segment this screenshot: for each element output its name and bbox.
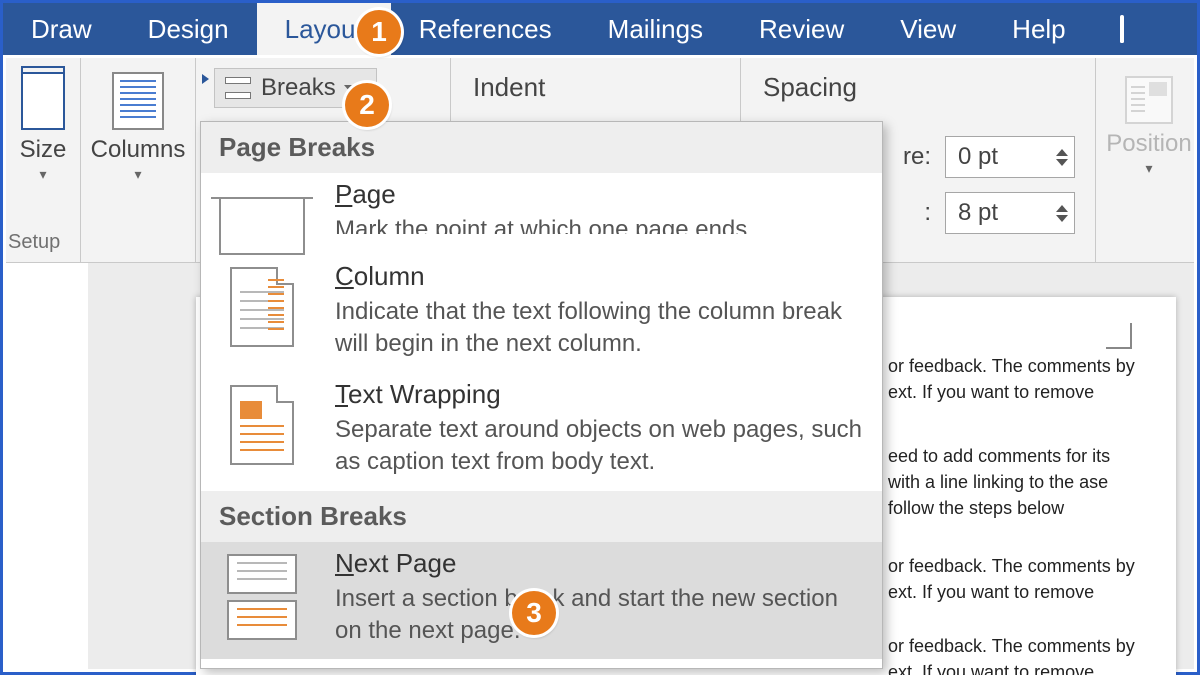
page-breaks-header: Page Breaks xyxy=(201,122,882,173)
tell-me-button[interactable] xyxy=(1094,3,1150,55)
spacing-after-label: : xyxy=(924,199,931,227)
page-break-icon xyxy=(219,199,305,255)
tab-design[interactable]: Design xyxy=(120,3,257,55)
spacing-before-input[interactable]: 0 pt xyxy=(945,136,1075,178)
column-break-desc: Indicate that the text following the col… xyxy=(335,296,864,361)
size-icon xyxy=(21,72,65,130)
text-wrapping-icon xyxy=(230,385,294,465)
spacing-after-input[interactable]: 8 pt xyxy=(945,192,1075,234)
chevron-down-icon: ▾ xyxy=(1096,160,1200,177)
chevron-down-icon: ▾ xyxy=(81,166,195,183)
position-icon xyxy=(1125,76,1173,124)
spacing-before-value: 0 pt xyxy=(958,143,998,171)
callout-2: 2 xyxy=(345,83,389,127)
spacing-header: Spacing xyxy=(741,58,1095,103)
menu-item-page-break[interactable]: Page Mark the point at which one page en… xyxy=(201,173,882,255)
columns-icon xyxy=(112,72,164,130)
callout-3: 3 xyxy=(512,591,556,635)
document-text: or feedback. The comments by ext. If you… xyxy=(888,353,1144,405)
chevron-down-icon: ▾ xyxy=(6,166,80,183)
menu-item-column-break[interactable]: Column Indicate that the text following … xyxy=(201,255,882,373)
indent-header: Indent xyxy=(451,58,740,103)
tab-view[interactable]: View xyxy=(872,3,984,55)
menu-item-text-wrapping-break[interactable]: Text Wrapping Separate text around objec… xyxy=(201,373,882,491)
document-text: or feedback. The comments by ext. If you… xyxy=(888,633,1144,675)
document-text: or feedback. The comments by ext. If you… xyxy=(888,553,1144,605)
tab-references[interactable]: References xyxy=(391,3,580,55)
breaks-dropdown: Page Breaks Page Mark the point at which… xyxy=(200,121,883,669)
page-break-desc: Mark the point at which one page ends xyxy=(335,214,864,234)
next-page-icon xyxy=(227,554,297,640)
document-text: eed to add comments for its with a line … xyxy=(888,443,1144,521)
tab-help[interactable]: Help xyxy=(984,3,1093,55)
column-break-icon xyxy=(230,267,294,347)
spinner-arrows[interactable] xyxy=(1056,205,1068,222)
text-wrapping-desc: Separate text around objects on web page… xyxy=(335,414,864,479)
pagesetup-group-label: Setup xyxy=(8,231,60,254)
lightbulb-icon xyxy=(1120,15,1124,43)
callout-1: 1 xyxy=(357,10,401,54)
section-breaks-header: Section Breaks xyxy=(201,491,882,542)
spacing-before-label: re: xyxy=(903,143,931,171)
ribbon-tabs: Draw Design Layout References Mailings R… xyxy=(3,3,1197,55)
margin-corner-icon xyxy=(1106,323,1132,349)
columns-label: Columns xyxy=(81,136,195,164)
expand-icon xyxy=(202,74,209,84)
spacing-after-value: 8 pt xyxy=(958,199,998,227)
position-button: Position ▾ xyxy=(1096,58,1200,262)
breaks-icon xyxy=(225,77,251,99)
next-page-desc: Insert a section break and start the new… xyxy=(335,583,864,648)
breaks-label: Breaks xyxy=(261,74,336,102)
tab-mailings[interactable]: Mailings xyxy=(580,3,731,55)
columns-button[interactable]: Columns ▾ xyxy=(81,58,196,262)
spinner-arrows[interactable] xyxy=(1056,149,1068,166)
tab-review[interactable]: Review xyxy=(731,3,872,55)
size-label: Size xyxy=(6,136,80,164)
position-label: Position xyxy=(1096,130,1200,158)
tab-draw[interactable]: Draw xyxy=(3,3,120,55)
